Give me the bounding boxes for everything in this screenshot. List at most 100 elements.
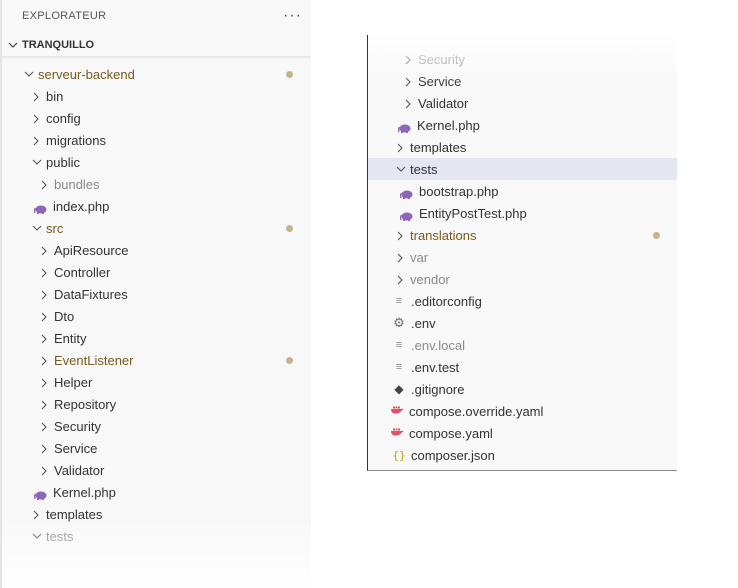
tree-item-label: Validator xyxy=(54,462,105,478)
tree-folder-row[interactable]: migrations xyxy=(2,129,311,151)
modified-indicator xyxy=(286,225,293,232)
docker-icon xyxy=(390,427,404,439)
chevron-right-icon xyxy=(40,246,48,256)
tree-item-label: Kernel.php xyxy=(417,117,480,133)
chevron-right-icon xyxy=(396,143,404,153)
tree-file-row[interactable]: Kernel.php xyxy=(2,481,311,503)
tree-folder-row[interactable]: Service xyxy=(2,437,311,459)
chevron-down-icon xyxy=(396,165,406,173)
gear-icon: ⚙ xyxy=(393,315,405,330)
tree-item-label: Service xyxy=(54,440,98,456)
tree-folder-row[interactable]: serveur-backend xyxy=(2,63,311,85)
tree-folder-row[interactable]: translations xyxy=(368,224,677,246)
tree-item-label: Validator xyxy=(418,95,469,111)
tree-folder-row[interactable]: var xyxy=(368,246,677,268)
tree-file-row[interactable]: EntityPostTest.php xyxy=(368,202,677,224)
tree-item-label: tests xyxy=(410,161,438,177)
chevron-down-icon xyxy=(8,41,18,49)
tree-folder-row[interactable]: DataFixtures xyxy=(2,283,311,305)
modified-indicator xyxy=(286,357,293,364)
tree-folder-row[interactable]: Controller xyxy=(2,261,311,283)
chevron-right-icon xyxy=(396,253,404,263)
php-elephant-icon xyxy=(399,187,413,199)
tree-item-label: .env xyxy=(411,315,436,331)
tree-item-label: Controller xyxy=(54,264,111,280)
tree-folder-row[interactable]: EventListener xyxy=(2,349,311,371)
chevron-right-icon xyxy=(40,356,48,366)
tree-folder-row[interactable]: Repository xyxy=(2,393,311,415)
explorer-title: EXPLORATEUR xyxy=(22,10,107,22)
tree-file-row[interactable]: Kernel.php xyxy=(368,114,677,136)
tree-file-row[interactable]: bootstrap.php xyxy=(368,180,677,202)
chevron-right-icon xyxy=(32,136,40,146)
chevron-right-icon xyxy=(396,275,404,285)
tree-folder-row[interactable]: Dto xyxy=(2,305,311,327)
tree-file-row[interactable]: ≡ .editorconfig xyxy=(368,290,677,312)
tree-folder-row[interactable]: tests xyxy=(368,158,677,180)
git-icon: ◆ xyxy=(394,382,404,396)
tree-file-row[interactable]: ⚙ .env xyxy=(368,312,677,334)
tree-item-label: composer.json xyxy=(411,447,495,463)
tree-item-label: EntityPostTest.php xyxy=(419,205,527,221)
tree-item-label: templates xyxy=(46,506,103,522)
tree-file-row[interactable]: {} composer.json xyxy=(368,444,677,466)
tree-folder-row[interactable]: ApiResource xyxy=(2,239,311,261)
more-actions-icon[interactable]: ··· xyxy=(283,7,302,25)
tree-file-row[interactable]: index.php xyxy=(2,195,311,217)
tree-file-row[interactable]: ≡ .env.test xyxy=(368,356,677,378)
tree-item-label: vendor xyxy=(410,271,450,287)
php-elephant-icon xyxy=(33,202,47,214)
chevron-right-icon xyxy=(32,92,40,102)
tree-folder-row[interactable]: Validator xyxy=(368,92,677,114)
tree-item-label: Entity xyxy=(54,330,87,346)
chevron-right-icon xyxy=(40,290,48,300)
tree-item-label: tests xyxy=(46,528,74,544)
tree-file-row[interactable]: compose.yaml xyxy=(368,422,677,444)
file-lines-icon: ≡ xyxy=(395,295,403,307)
tree-folder-row[interactable]: Helper xyxy=(2,371,311,393)
tree-folder-row[interactable]: public xyxy=(2,151,311,173)
tree-folder-row[interactable]: Entity xyxy=(2,327,311,349)
tree-folder-row[interactable]: bundles xyxy=(2,173,311,195)
tree-file-row[interactable]: compose.override.yaml xyxy=(368,400,677,422)
tree-folder-row[interactable]: Security xyxy=(368,48,677,70)
tree-folder-row[interactable]: templates xyxy=(368,136,677,158)
chevron-down-icon xyxy=(24,70,34,78)
docker-icon xyxy=(390,405,404,417)
tree-item-label: serveur-backend xyxy=(38,66,135,82)
tree-folder-row[interactable]: config xyxy=(2,107,311,129)
tree-item-label: migrations xyxy=(46,132,106,148)
tree-item-label: bin xyxy=(46,88,64,104)
chevron-right-icon xyxy=(404,77,412,87)
tree-folder-row[interactable]: src xyxy=(2,217,311,239)
tree-folder-row[interactable]: Service xyxy=(368,70,677,92)
tree-file-row[interactable]: ≡ .env.local xyxy=(368,334,677,356)
chevron-right-icon xyxy=(40,378,48,388)
chevron-right-icon xyxy=(396,231,404,241)
chevron-down-icon xyxy=(32,158,42,166)
tree-item-label: var xyxy=(410,249,429,265)
tree-folder-row[interactable]: Security xyxy=(2,415,311,437)
chevron-right-icon xyxy=(40,312,48,322)
tree-item-label: DataFixtures xyxy=(54,286,128,302)
tree-folder-row[interactable]: templates xyxy=(2,503,311,525)
chevron-right-icon xyxy=(32,510,40,520)
tree-folder-row[interactable]: vendor xyxy=(368,268,677,290)
tree-item-label: src xyxy=(46,220,64,236)
tree-item-label: templates xyxy=(410,139,467,155)
chevron-right-icon xyxy=(40,444,48,454)
tree-file-row[interactable]: ◆ .gitignore xyxy=(368,378,677,400)
workspace-name: TRANQUILLO xyxy=(22,39,95,51)
tree-item-label: .gitignore xyxy=(411,381,465,397)
workspace-section-header[interactable]: TRANQUILLO xyxy=(8,35,94,55)
modified-indicator xyxy=(653,232,660,239)
php-elephant-icon xyxy=(33,488,47,500)
php-elephant-icon xyxy=(397,121,411,133)
json-braces-icon: {} xyxy=(392,448,406,462)
tree-folder-row[interactable]: Validator xyxy=(2,459,311,481)
tree-item-label: config xyxy=(46,110,81,126)
chevron-right-icon xyxy=(40,334,48,344)
tree-folder-row[interactable]: bin xyxy=(2,85,311,107)
tree-item-label: Helper xyxy=(54,374,93,390)
tree-folder-row[interactable]: tests xyxy=(2,525,311,547)
